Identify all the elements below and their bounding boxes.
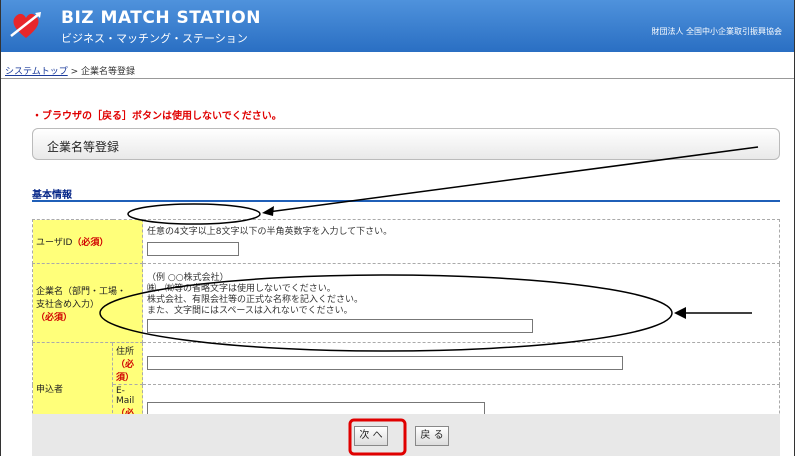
page: BIZ MATCH STATION ビジネス・マッチング・ステーション 財団法人… — [0, 0, 795, 456]
userid-input-cell: 任意の4文字以上8文字以下の半角英数字を入力して下さい。 — [142, 219, 780, 264]
breadcrumb-home-link[interactable]: システムトップ — [5, 67, 68, 77]
page-title-box: 企業名等登録 — [32, 128, 780, 160]
next-button[interactable]: 次 へ — [354, 426, 388, 446]
company-label-line1: 企業名（部門・工場・ — [36, 286, 127, 297]
userid-label: ユーザID — [36, 238, 73, 248]
company-hint-formal: 株式会社、有限会社等の正式な名称を記入ください。 — [147, 294, 364, 305]
company-hint-example: （例 ○○株式会社） — [147, 272, 229, 283]
divider — [1, 78, 794, 79]
site-subtitle: ビジネス・マッチング・ステーション — [61, 32, 248, 45]
userid-row: ユーザID（必須） 任意の4文字以上8文字以下の半角英数字を入力して下さい。 — [32, 219, 780, 264]
company-required: （必須） — [36, 312, 73, 323]
site-header: BIZ MATCH STATION ビジネス・マッチング・ステーション 財団法人… — [1, 0, 794, 52]
company-hint-space: また、文字間にはスペースは入れないでください。 — [147, 305, 353, 316]
button-bar: 次 へ 戻 る — [32, 414, 780, 456]
userid-input[interactable] — [147, 241, 239, 256]
breadcrumb-separator: > — [67, 67, 81, 77]
company-label-line2: 支社含め入力） — [36, 299, 100, 310]
address-input[interactable] — [147, 356, 623, 371]
userid-hint: 任意の4文字以上8文字以下の半角英数字を入力して下さい。 — [147, 226, 393, 237]
registration-form: ユーザID（必須） 任意の4文字以上8文字以下の半角英数字を入力して下さい。 企… — [32, 219, 780, 434]
email-label: E-Mail — [116, 386, 135, 406]
breadcrumb: システムトップ > 企業名等登録 — [5, 64, 135, 77]
userid-label-cell: ユーザID（必須） — [32, 219, 143, 264]
site-title: BIZ MATCH STATION — [61, 8, 261, 28]
address-input-cell — [142, 342, 780, 385]
section-title: 基本情報 — [32, 190, 72, 201]
applicant-label: 申込者 — [36, 384, 64, 395]
userid-required: （必須） — [72, 238, 109, 248]
company-input-cell: （例 ○○株式会社） ㈱、㈲等の省略文字は使用しないでください。 株式会社、有限… — [142, 263, 780, 343]
company-row: 企業名（部門・工場・ 支社含め入力） （必須） （例 ○○株式会社） ㈱、㈲等の… — [32, 263, 780, 343]
company-label-cell: 企業名（部門・工場・ 支社含め入力） （必須） — [32, 263, 143, 343]
page-title: 企業名等登録 — [47, 140, 120, 154]
back-button-warning: ・ブラウザの［戻る］ボタンは使用しないでください。 — [32, 111, 282, 122]
heart-arrow-logo-icon — [10, 12, 41, 38]
organization-name: 財団法人 全国中小企業取引振興協会 — [651, 27, 782, 36]
breadcrumb-current: 企業名等登録 — [81, 67, 136, 77]
address-required: （必須） — [116, 360, 135, 383]
company-name-input[interactable] — [147, 318, 533, 333]
address-label: 住所 — [116, 347, 135, 357]
back-button[interactable]: 戻 る — [415, 426, 449, 446]
address-label-cell: 住所 （必須） — [112, 342, 143, 385]
company-hint-abbrev: ㈱、㈲等の省略文字は使用しないでください。 — [147, 283, 336, 294]
section-underline — [32, 200, 780, 202]
address-row: 申込者 住所 （必須） — [32, 342, 780, 434]
